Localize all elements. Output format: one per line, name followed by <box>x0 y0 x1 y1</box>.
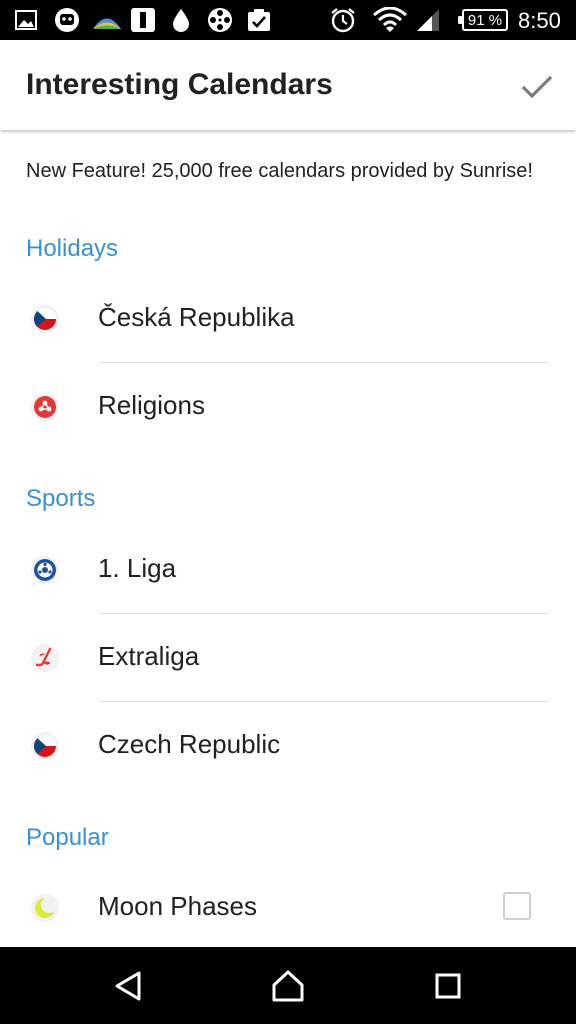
cell-signal-icon <box>415 8 441 32</box>
list-item-religions[interactable]: Religions <box>0 363 576 451</box>
status-clock: 8:50 <box>518 8 561 33</box>
calendar-list[interactable]: New Feature! 25,000 free calendars provi… <box>0 130 576 947</box>
czech-flag-icon <box>31 305 59 333</box>
checkmark-icon <box>521 75 553 99</box>
moon-phases-checkbox[interactable] <box>503 892 531 920</box>
czech-flag-icon <box>31 732 59 760</box>
religions-icon <box>31 393 59 421</box>
sim-card-icon <box>130 8 156 32</box>
confirm-button[interactable] <box>514 64 560 110</box>
wifi-icon <box>373 7 407 32</box>
status-bar: 91 % 8:50 <box>0 0 576 40</box>
moon-icon <box>31 894 59 922</box>
list-item-label: 1. Liga <box>98 553 177 583</box>
water-drop-icon <box>171 8 191 32</box>
clipboard-check-icon <box>247 8 271 32</box>
home-button[interactable] <box>266 964 310 1008</box>
list-item-1-liga[interactable]: 1. Liga <box>0 526 576 614</box>
back-triangle-icon <box>115 971 141 1001</box>
list-item-czech-republic[interactable]: Czech Republic <box>0 702 576 790</box>
battery-icon: 91 % <box>458 9 508 31</box>
hockey-icon <box>31 644 59 672</box>
image-icon <box>14 8 38 32</box>
alarm-clock-icon <box>330 8 356 33</box>
list-item-label: Moon Phases <box>98 891 257 921</box>
android-robot-icon <box>53 8 81 32</box>
section-title-holidays: Holidays <box>26 235 119 262</box>
screen: 91 % 8:50 Interesting Calendars New Feat… <box>0 0 576 1024</box>
soccer-ball-icon <box>31 556 59 584</box>
navigation-bar <box>0 947 576 1024</box>
recents-button[interactable] <box>426 964 470 1008</box>
list-item-label: Česká Republika <box>98 302 295 332</box>
back-button[interactable] <box>106 964 150 1008</box>
section-title-popular: Popular <box>26 824 109 851</box>
film-reel-icon <box>207 8 233 32</box>
list-item-label: Religions <box>98 390 205 420</box>
list-item-label: Extraliga <box>98 641 200 671</box>
recents-square-icon <box>435 973 461 999</box>
home-icon <box>272 970 304 1002</box>
battery-level: 91 % <box>467 11 503 29</box>
list-item-ceska-republika[interactable]: Česká Republika <box>0 275 576 363</box>
page-title: Interesting Calendars <box>26 68 333 101</box>
app-bar: Interesting Calendars <box>0 40 576 130</box>
list-item-moon-phases[interactable]: Moon Phases <box>0 864 576 947</box>
feature-note: New Feature! 25,000 free calendars provi… <box>26 160 533 182</box>
landscape-icon <box>92 8 122 32</box>
list-item-label: Czech Republic <box>98 729 281 759</box>
list-item-extraliga[interactable]: Extraliga <box>0 614 576 702</box>
section-title-sports: Sports <box>26 485 96 512</box>
